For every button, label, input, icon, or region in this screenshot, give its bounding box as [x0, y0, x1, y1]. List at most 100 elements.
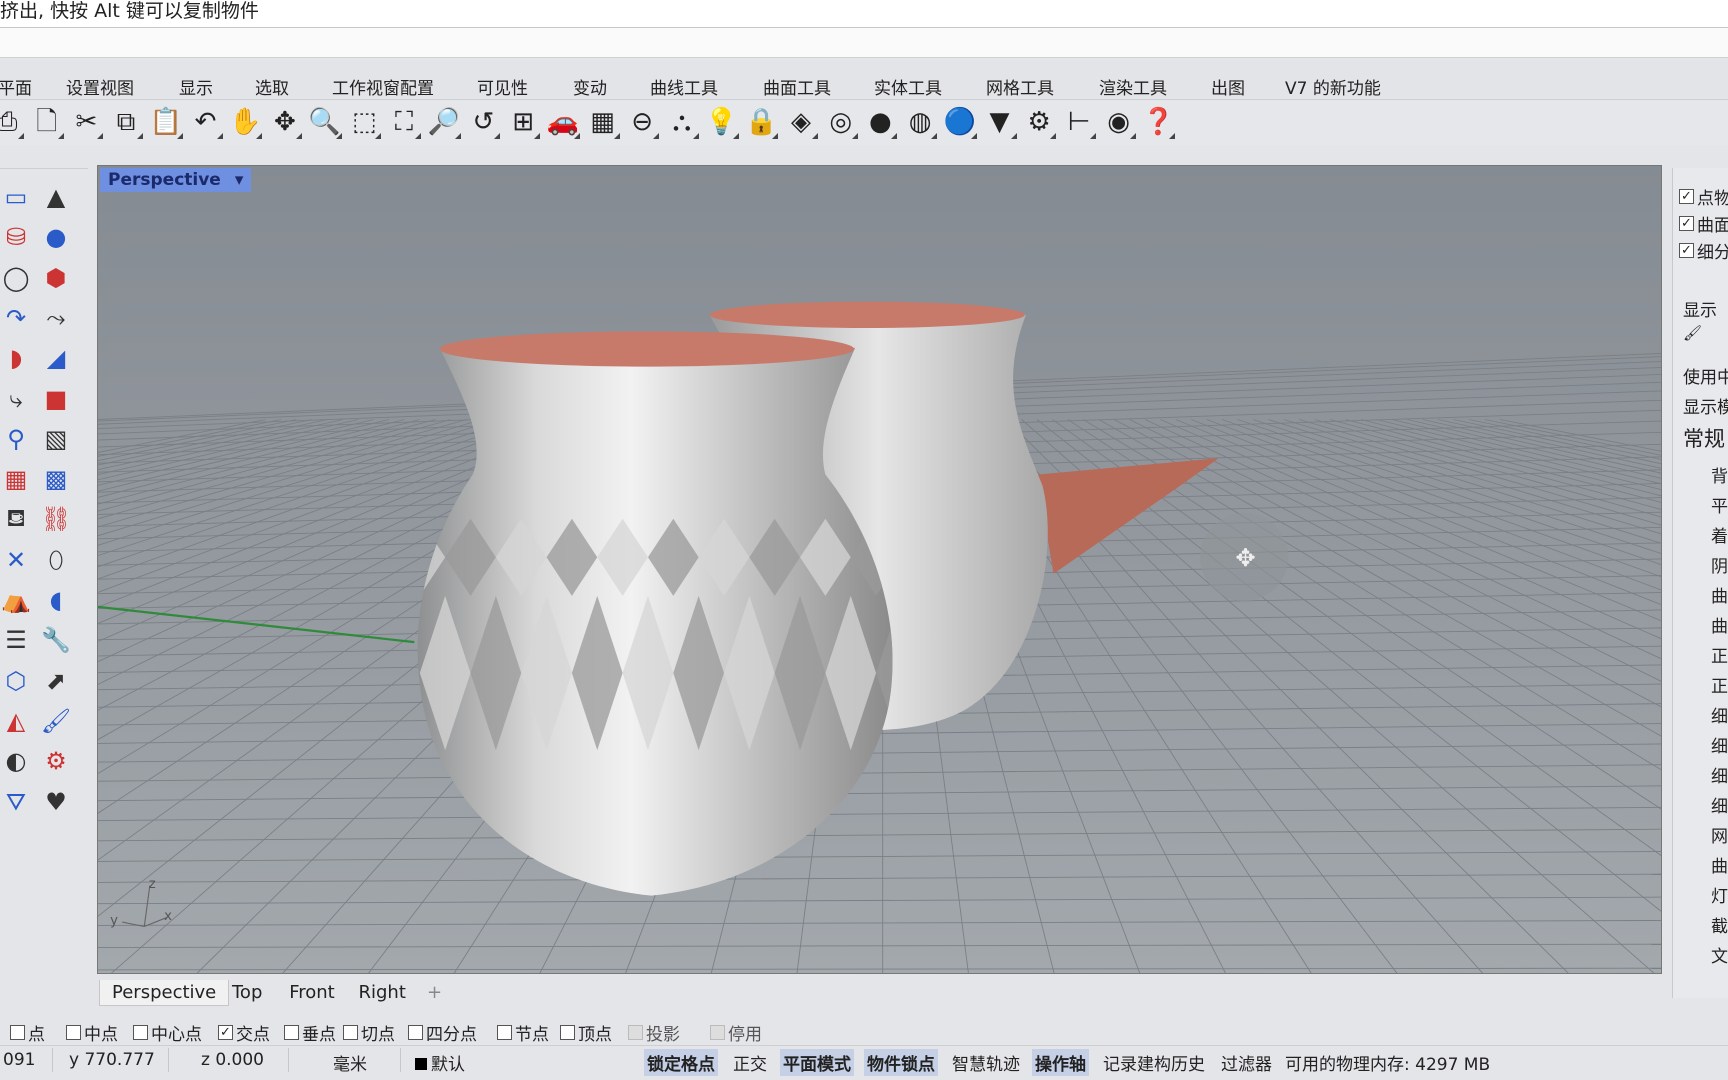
tab-11[interactable]: 渲染工具: [1099, 74, 1167, 99]
checkbox[interactable]: [628, 1025, 643, 1040]
network-icon[interactable]: ▧: [40, 423, 72, 455]
extrude-icon[interactable]: ↷: [0, 302, 32, 334]
gumball-icon[interactable]: ⚙: [40, 745, 72, 777]
paste-icon[interactable]: 📋: [149, 105, 183, 139]
checkbox[interactable]: [343, 1025, 358, 1040]
status-toggle-3[interactable]: 物件锁点: [864, 1049, 938, 1076]
checkbox[interactable]: [66, 1025, 81, 1040]
perspective-viewport[interactable]: ✥ z x y Perspective ▾: [97, 165, 1662, 974]
grid-icon[interactable]: ▦: [0, 463, 32, 495]
circle-point-icon[interactable]: ⊖: [625, 105, 660, 139]
panel-item[interactable]: 背: [1711, 462, 1728, 487]
osnap-7[interactable]: 节点: [497, 1020, 549, 1045]
osnap-4[interactable]: 垂点: [284, 1020, 336, 1045]
panel-item[interactable]: 曲: [1711, 852, 1728, 877]
heart-icon[interactable]: ♥: [40, 786, 72, 818]
tab-1[interactable]: 设置视图: [66, 74, 134, 99]
osnap-3[interactable]: ✓ 交点: [218, 1020, 270, 1045]
layer-icon[interactable]: ◈: [784, 105, 818, 139]
list-icon[interactable]: ☰: [0, 624, 32, 656]
viewport-tab-front[interactable]: Front: [277, 980, 347, 1005]
checkbox[interactable]: [710, 1025, 725, 1040]
tab-4[interactable]: 工作视窗配置: [332, 74, 434, 99]
viewport-tab-top[interactable]: Top: [220, 980, 274, 1005]
zoom-window-icon[interactable]: ⬚: [347, 105, 382, 139]
lock-icon[interactable]: 🔒: [744, 105, 779, 139]
revolve-icon[interactable]: ◖: [40, 584, 72, 616]
funnel-icon[interactable]: ⛛: [0, 786, 32, 818]
blend-icon[interactable]: ⬈: [40, 665, 72, 697]
osnap-9[interactable]: 投影: [628, 1020, 680, 1045]
panel-item[interactable]: 灯: [1711, 882, 1728, 907]
sphere-icon[interactable]: ●: [40, 221, 72, 253]
osnap-2[interactable]: 中心点: [133, 1020, 202, 1045]
light-bulb-icon[interactable]: 💡: [705, 105, 739, 139]
status-toggle-7[interactable]: 过滤器: [1218, 1049, 1275, 1076]
copy-icon[interactable]: ⧉: [109, 105, 144, 139]
command-input[interactable]: [0, 28, 1728, 58]
sphere-icon[interactable]: ●: [863, 105, 898, 139]
tools-icon[interactable]: 🔧: [40, 624, 72, 656]
status-toggle-2[interactable]: 平面模式: [780, 1049, 854, 1076]
bridge-icon[interactable]: ⛓: [40, 503, 72, 535]
undo-icon[interactable]: ↶: [189, 105, 223, 139]
tab-13[interactable]: V7 的新功能: [1285, 74, 1381, 99]
layer-indicator[interactable]: 默认: [412, 1049, 468, 1076]
grid-snap-icon[interactable]: ▦: [586, 105, 620, 139]
render-sphere-icon[interactable]: 🔵: [943, 105, 977, 139]
dimension-icon[interactable]: ⊢: [1062, 105, 1096, 139]
sweep-icon[interactable]: ⤷: [0, 383, 32, 415]
panel-item[interactable]: 细: [1711, 762, 1728, 787]
torus-icon[interactable]: ◯: [0, 262, 32, 294]
ball-icon[interactable]: ◐: [0, 745, 32, 777]
print-icon[interactable]: ⎙: [0, 105, 24, 139]
brush-icon[interactable]: 🖌: [1683, 324, 1702, 342]
pan-hand-icon[interactable]: ✋: [228, 105, 263, 139]
tab-3[interactable]: 选取: [255, 74, 289, 99]
new-file-icon[interactable]: 🗋: [30, 105, 64, 139]
panel-item[interactable]: 曲: [1711, 612, 1728, 637]
viewport-tab-right[interactable]: Right: [347, 980, 418, 1005]
status-toggle-1[interactable]: 正交: [730, 1049, 770, 1076]
eraser-icon[interactable]: ⬯: [40, 544, 72, 576]
four-viewports-icon[interactable]: ⊞: [506, 105, 541, 139]
plane-icon[interactable]: ▭: [0, 181, 32, 213]
panel-item[interactable]: 文: [1711, 942, 1728, 967]
zoom-extents-icon[interactable]: ⛶: [387, 105, 421, 139]
panel-row[interactable]: 常规: [1683, 423, 1725, 453]
panel-item[interactable]: 正: [1711, 642, 1728, 667]
panel-item[interactable]: 着: [1711, 522, 1728, 547]
brush-icon[interactable]: 🖌: [40, 705, 72, 737]
checkbox[interactable]: [10, 1025, 25, 1040]
help-icon[interactable]: ❓: [1141, 105, 1176, 139]
panel-item[interactable]: 细: [1711, 732, 1728, 757]
tab-5[interactable]: 可见性: [477, 74, 528, 99]
tab-7[interactable]: 曲线工具: [650, 74, 718, 99]
gear-icon[interactable]: ⚙: [1022, 105, 1057, 139]
car-icon[interactable]: 🚗: [546, 105, 580, 139]
checkbox[interactable]: [408, 1025, 423, 1040]
drape-icon[interactable]: ⛺: [0, 584, 32, 616]
pipe-icon[interactable]: ⚲: [0, 423, 32, 455]
cylinder-icon[interactable]: ⛁: [0, 221, 32, 253]
panel-item[interactable]: 曲: [1711, 582, 1728, 607]
checkbox[interactable]: ✓: [1679, 216, 1694, 231]
add-viewport-tab-icon[interactable]: +: [415, 980, 454, 1005]
viewport-tab-perspective[interactable]: Perspective: [99, 980, 230, 1006]
osnap-6[interactable]: 四分点: [408, 1020, 477, 1045]
zoom-selected-icon[interactable]: 🔎: [427, 105, 461, 139]
panel-item[interactable]: 平: [1711, 492, 1728, 517]
layer-filter-2[interactable]: ✓ 细分: [1679, 238, 1728, 263]
tab-0[interactable]: 平面: [0, 74, 32, 99]
checkbox[interactable]: ✓: [1679, 243, 1694, 258]
undo-view-icon[interactable]: ↺: [466, 105, 501, 139]
radar-icon[interactable]: ◉: [1102, 105, 1136, 139]
flow-icon[interactable]: ◭: [0, 705, 32, 737]
panel-item[interactable]: 细: [1711, 702, 1728, 727]
panel-item[interactable]: 正: [1711, 672, 1728, 697]
checkbox[interactable]: [284, 1025, 299, 1040]
tab-2[interactable]: 显示: [179, 74, 213, 99]
cup-icon[interactable]: ⛾: [0, 503, 32, 535]
layer-filter-1[interactable]: ✓ 曲面: [1679, 211, 1728, 236]
checkbox[interactable]: [560, 1025, 575, 1040]
